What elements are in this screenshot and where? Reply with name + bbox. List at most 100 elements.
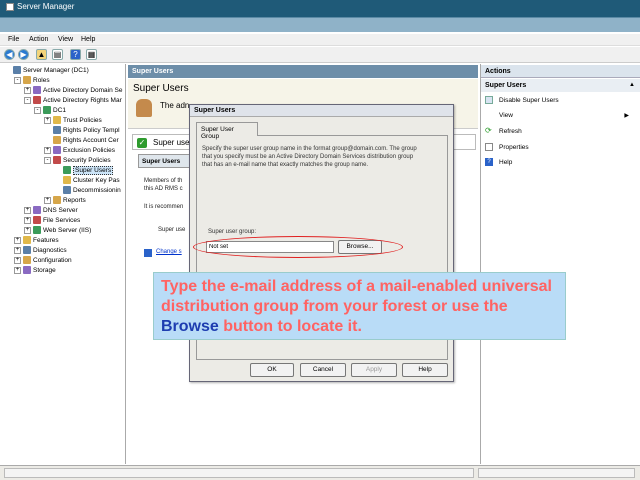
tree-item[interactable]: + Storage — [14, 266, 56, 276]
back-icon[interactable]: ◀ — [4, 49, 15, 60]
tree-item-label: File Services — [43, 217, 81, 224]
tree-node-icon — [33, 96, 41, 105]
tab-super-user-group[interactable]: Super User Group — [196, 122, 258, 140]
tree-node-icon — [33, 226, 41, 235]
actions-subheader[interactable]: Super Users ▲ — [481, 79, 640, 92]
tree-item-label: DC1 — [53, 107, 67, 114]
tree-item[interactable]: + File Services — [24, 216, 80, 226]
status-segment-right — [478, 468, 635, 478]
actions-subheader-label: Super Users — [485, 82, 527, 89]
collapse-icon[interactable]: - — [14, 76, 21, 84]
tree-item[interactable]: + Trust Policies — [44, 116, 102, 126]
menu-view[interactable]: View — [58, 36, 73, 43]
tree-item[interactable]: Decommissionin — [54, 186, 121, 196]
tree-item[interactable]: + Reports — [44, 196, 86, 206]
ok-button[interactable]: OK — [250, 363, 294, 377]
tree-node-icon — [23, 266, 31, 275]
status-row-label: Super use — [153, 138, 190, 147]
tree-node-icon — [53, 156, 61, 165]
tree-item[interactable]: + Features — [14, 236, 59, 246]
tree-item[interactable]: + Web Server (IIS) — [24, 226, 91, 236]
tree-node-icon — [63, 166, 71, 175]
tree-item-label: Decommissionin — [73, 187, 121, 194]
apply-button[interactable]: Apply — [351, 363, 397, 377]
tree-item[interactable]: Server Manager (DC1) — [4, 66, 89, 76]
menu-action[interactable]: Action — [29, 36, 48, 43]
expand-icon[interactable]: + — [14, 256, 21, 264]
title-bar: Server Manager — [0, 0, 640, 32]
cancel-button[interactable]: Cancel — [300, 363, 346, 377]
collapse-icon[interactable]: - — [34, 106, 41, 114]
banner-title: Super Users — [133, 83, 189, 94]
action-properties[interactable]: Properties — [485, 143, 529, 153]
tree-item-label: Super Users — [73, 166, 114, 175]
super-users-dialog: Super Users Super User Group Specify the… — [189, 104, 454, 382]
tree-node-icon — [13, 66, 21, 75]
super-user-text: Super use — [158, 227, 186, 233]
menu-file[interactable]: File — [8, 36, 19, 43]
tree-item-label: Cluster Key Pas — [73, 177, 120, 184]
tree-item-label: Storage — [33, 267, 56, 274]
expand-icon[interactable]: + — [24, 226, 31, 234]
expand-icon[interactable]: + — [44, 116, 51, 124]
members-text: Members of th — [144, 178, 183, 184]
expand-icon[interactable]: + — [14, 236, 21, 244]
actions-header: Actions — [481, 65, 640, 78]
browse-button[interactable]: Browse... — [338, 240, 382, 254]
tree-node-icon — [23, 246, 31, 255]
window-title: Server Manager — [17, 2, 75, 11]
instruction-callout: Type the e-mail address of a mail-enable… — [153, 272, 566, 340]
properties-icon[interactable]: ▦ — [86, 49, 97, 60]
action-help[interactable]: ? Help — [485, 158, 512, 168]
expand-icon[interactable]: + — [24, 206, 31, 214]
tree-item[interactable]: + DNS Server — [24, 206, 78, 216]
tree-item[interactable]: + Active Directory Domain Se — [24, 86, 122, 96]
submenu-arrow-icon: ▶ — [624, 113, 629, 119]
help-icon[interactable]: ? — [70, 49, 81, 60]
tree-item[interactable]: + Exclusion Policies — [44, 146, 115, 156]
tree-item[interactable]: - Security Policies — [44, 156, 111, 166]
expand-icon[interactable]: + — [14, 246, 21, 254]
tree-item-label: Security Policies — [63, 157, 111, 164]
expand-icon[interactable]: + — [24, 86, 31, 94]
tree-item[interactable]: - Active Directory Rights Mar — [24, 96, 122, 106]
tree-item[interactable]: - DC1 — [34, 106, 66, 116]
tree-item[interactable]: + Diagnostics — [14, 246, 67, 256]
center-header: Super Users — [128, 65, 478, 78]
up-folder-icon[interactable]: ▲ — [36, 49, 47, 60]
action-refresh[interactable]: ⟳ Refresh — [485, 127, 522, 137]
tree-item[interactable]: + Configuration — [14, 256, 72, 266]
dialog-title: Super Users — [190, 105, 453, 117]
status-segment-main — [4, 468, 474, 478]
tree-item-label: Diagnostics — [33, 247, 67, 254]
menu-help[interactable]: Help — [81, 36, 95, 43]
actions-pane: Actions Super Users ▲ Disable Super User… — [480, 64, 640, 464]
refresh-icon: ⟳ — [485, 126, 492, 136]
expand-icon[interactable]: + — [44, 146, 51, 154]
action-disable-super-users[interactable]: Disable Super Users — [485, 96, 559, 106]
tree-item[interactable]: Super Users — [54, 166, 114, 176]
recommend-text: It is recommen — [144, 204, 184, 210]
action-label: Disable Super Users — [499, 97, 559, 104]
action-label: Refresh — [499, 128, 522, 135]
tree-item[interactable]: Cluster Key Pas — [54, 176, 120, 186]
expand-icon[interactable]: + — [14, 266, 21, 274]
collapse-icon[interactable]: - — [44, 156, 51, 164]
tree-item[interactable]: Rights Policy Templ — [44, 126, 120, 136]
collapse-icon[interactable]: - — [24, 96, 31, 104]
collapse-up-icon[interactable]: ▲ — [629, 82, 635, 88]
help-button[interactable]: Help — [402, 363, 448, 377]
tree-item-label: Exclusion Policies — [63, 147, 116, 154]
expand-icon[interactable]: + — [24, 216, 31, 224]
tree-node-icon — [63, 176, 71, 185]
tree-item[interactable]: - Roles — [14, 76, 50, 86]
tree-item[interactable]: Rights Account Cer — [44, 136, 119, 146]
super-user-icon — [136, 99, 152, 117]
show-hide-tree-icon[interactable]: ▤ — [52, 49, 63, 60]
expand-icon[interactable]: + — [44, 196, 51, 204]
change-link[interactable]: Change s — [156, 249, 182, 255]
super-user-group-input[interactable] — [206, 241, 334, 253]
forward-icon[interactable]: ▶ — [18, 49, 29, 60]
action-view[interactable]: View ▶ — [485, 111, 635, 121]
tree-item-label: Features — [33, 237, 59, 244]
